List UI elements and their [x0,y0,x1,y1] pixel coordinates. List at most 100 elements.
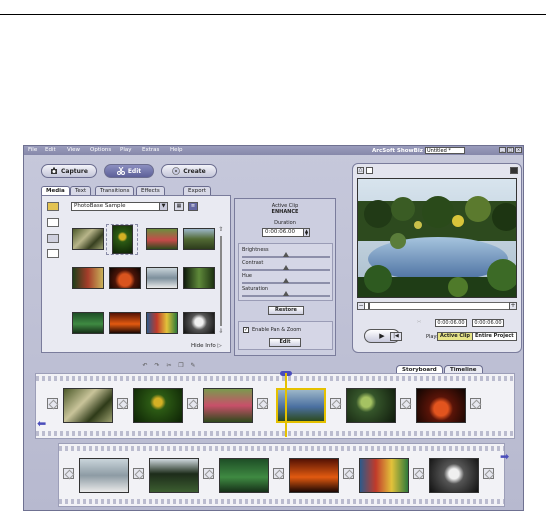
transition-slot[interactable] [413,468,424,479]
transition-slot[interactable] [273,468,284,479]
media-thumb-8[interactable] [183,267,215,289]
brightness-knob[interactable] [283,252,289,257]
close-button[interactable]: × [515,147,522,153]
media-thumb-10[interactable] [109,312,141,334]
hide-info-button[interactable]: Hide Info ▷ [191,343,222,349]
copy-icon[interactable]: ❐ [177,362,185,370]
scroll-down-icon[interactable]: ⇩ [217,328,225,336]
tab-transitions[interactable]: Transitions [95,186,135,195]
transition-slot[interactable] [203,468,214,479]
folder-icon[interactable] [47,202,59,211]
timecode-total[interactable]: 0:00:06.00 [472,319,504,327]
media-thumb-7[interactable] [146,267,178,289]
storyboard-clip[interactable] [63,388,113,423]
storyboard-clip[interactable] [289,458,339,493]
storyboard-clip[interactable] [429,458,479,493]
media-thumb-1[interactable] [72,228,104,250]
media-thumb-selected[interactable] [106,224,138,255]
seek-thumb[interactable] [368,303,370,309]
snapshot-icon[interactable] [366,167,373,174]
album-select[interactable]: PhotoBase Sample ▼ [71,202,168,211]
create-mode-button[interactable]: Create [161,164,217,178]
step-end-button[interactable]: |◀ [390,332,402,341]
tab-text[interactable]: Text [70,186,92,195]
contrast-knob[interactable] [283,265,289,270]
project-name-field[interactable]: Untitled * [425,147,465,154]
transition-slot[interactable] [187,398,198,409]
media-scrollbar[interactable]: ⇧ ⇩ [217,226,225,338]
hue-knob[interactable] [283,278,289,283]
undo-icon[interactable]: ↶ [141,362,149,370]
active-clip-option[interactable]: Active Clip [437,332,474,341]
storyboard-clip-active[interactable] [276,388,326,423]
storyboard-clip[interactable] [416,388,466,423]
storyboard-clip[interactable] [219,458,269,493]
menu-file[interactable]: File [28,147,37,153]
timecode-current[interactable]: 0:00:06.00 [435,319,467,327]
storyboard-clip[interactable] [346,388,396,423]
brightness-slider[interactable] [242,252,330,258]
storyboard-clip[interactable] [359,458,409,493]
tab-media[interactable]: Media [41,186,70,195]
menu-edit[interactable]: Edit [45,147,56,153]
menu-play[interactable]: Play [120,147,131,153]
edit-mode-button[interactable]: Edit [104,164,154,178]
seek-back-icon[interactable]: − [357,302,365,310]
trash-icon[interactable] [47,249,59,258]
tab-effects[interactable]: Effects [136,186,165,195]
transition-slot[interactable] [47,398,58,409]
storyboard-clip[interactable] [203,388,253,423]
scroll-up-icon[interactable]: ⇧ [217,226,225,234]
scroll-track[interactable] [220,236,222,326]
spinner-icon[interactable]: ▲ ▼ [303,229,309,236]
tab-export[interactable]: Export [183,186,212,195]
scroll-right-icon[interactable]: ➡ [500,451,512,463]
maximize-button[interactable]: □ [507,147,514,153]
saturation-knob[interactable] [283,291,289,296]
media-thumb-6[interactable] [109,267,141,289]
transition-slot[interactable] [343,468,354,479]
pencil-icon[interactable]: ✎ [189,362,197,370]
mark-in-icon[interactable]: ›‹ [417,319,425,327]
details-icon[interactable] [47,234,59,243]
transition-slot[interactable] [117,398,128,409]
media-thumb-4[interactable] [183,228,215,250]
grid-view-icon[interactable]: ▦ [174,202,184,211]
transition-slot[interactable] [470,398,481,409]
fullscreen-icon[interactable] [510,167,518,174]
menu-view[interactable]: View [67,147,80,153]
pan-zoom-checkbox[interactable]: ✓ [243,327,249,333]
transition-slot[interactable] [257,398,268,409]
redo-icon[interactable]: ↷ [153,362,161,370]
scroll-left-icon[interactable]: ⬅ [37,418,49,430]
transition-slot[interactable] [330,398,341,409]
contrast-slider[interactable] [242,265,330,271]
media-thumb-9[interactable] [72,312,104,334]
transition-slot[interactable] [63,468,74,479]
media-thumb-3[interactable] [146,228,178,250]
minimize-button[interactable]: _ [499,147,506,153]
seek-forward-icon[interactable]: + [509,302,517,310]
transition-slot[interactable] [133,468,144,479]
entire-project-option[interactable]: Entire Project [472,332,517,341]
hue-slider[interactable] [242,278,330,284]
restore-button[interactable]: Restore [268,306,304,315]
menu-extras[interactable]: Extras [142,147,159,153]
storyboard-clip[interactable] [149,458,199,493]
transition-slot[interactable] [483,468,494,479]
warning-icon[interactable]: △ [357,167,364,174]
media-thumb-12[interactable] [183,312,215,334]
list-view-icon[interactable]: ≡ [188,202,198,211]
storyboard-clip[interactable] [79,458,129,493]
transition-slot[interactable] [400,398,411,409]
pan-zoom-edit-button[interactable]: Edit [269,338,301,347]
cut-icon[interactable]: ✂ [165,362,173,370]
capture-mode-button[interactable]: Capture [41,164,97,178]
storyboard-clip[interactable] [133,388,183,423]
seek-bar[interactable]: − + [357,302,517,310]
saturation-slider[interactable] [242,291,330,297]
menu-options[interactable]: Options [90,147,111,153]
media-thumb-5[interactable] [72,267,104,289]
duration-field[interactable]: 0:00:06.00 ▲ ▼ [262,228,310,237]
menu-help[interactable]: Help [170,147,183,153]
